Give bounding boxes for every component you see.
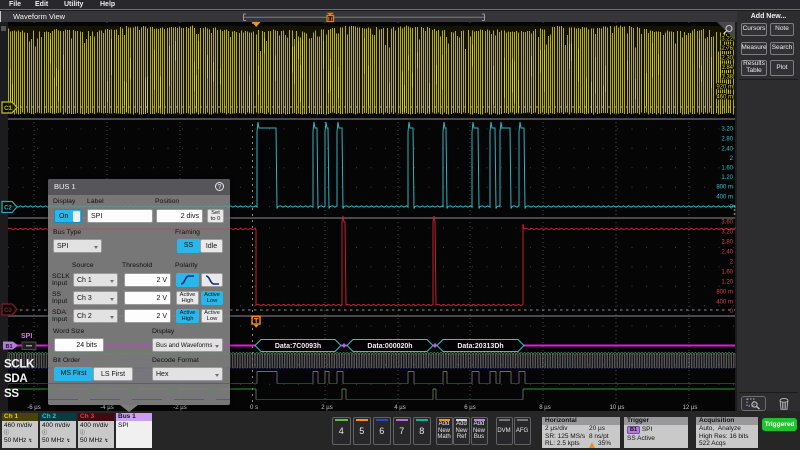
svg-text:3.22: 3.22 [721,37,733,43]
svg-text:Data:000020h: Data:000020h [367,343,412,350]
svg-text:2.30: 2.30 [721,56,733,62]
svg-text:SPI: SPI [21,333,32,340]
svg-text:0: 0 [730,205,734,211]
svg-text:C2: C2 [4,206,12,212]
svg-text:460 m: 460 m [716,95,733,101]
svg-text:1.38: 1.38 [721,75,733,81]
svg-text:2: 2 [730,260,734,266]
svg-text:400 m: 400 m [716,300,733,306]
svg-text:800 m: 800 m [716,290,733,296]
svg-text:3.20: 3.20 [721,127,733,133]
svg-text:SDA: SDA [4,373,27,385]
svg-text:3.60: 3.60 [721,220,733,226]
svg-text:1.84: 1.84 [721,65,733,71]
svg-text:920 m: 920 m [716,85,733,91]
svg-text:C1: C1 [4,106,12,112]
svg-text:400 m: 400 m [716,195,733,201]
svg-text:1.20: 1.20 [721,175,733,181]
svg-text:3.20: 3.20 [721,230,733,236]
svg-text:2: 2 [730,156,734,162]
svg-text:B1: B1 [5,344,12,350]
svg-text:2.76: 2.76 [721,46,733,52]
svg-text:2.80: 2.80 [721,137,733,143]
svg-text:800 m: 800 m [716,185,733,191]
svg-text:SS: SS [4,388,19,400]
svg-text:2.40: 2.40 [721,250,733,256]
svg-text:Data:7C0093h: Data:7C0093h [275,343,321,350]
svg-text:Data:20313Dh: Data:20313Dh [457,343,503,350]
svg-text:2.40: 2.40 [721,147,733,153]
svg-text:2.80: 2.80 [721,240,733,246]
svg-text:1.60: 1.60 [721,166,733,172]
svg-text:C3: C3 [4,308,12,314]
svg-text:0: 0 [730,309,734,315]
svg-text:SCLK: SCLK [4,359,35,371]
svg-text:1.20: 1.20 [721,280,733,286]
svg-text:1.60: 1.60 [721,270,733,276]
